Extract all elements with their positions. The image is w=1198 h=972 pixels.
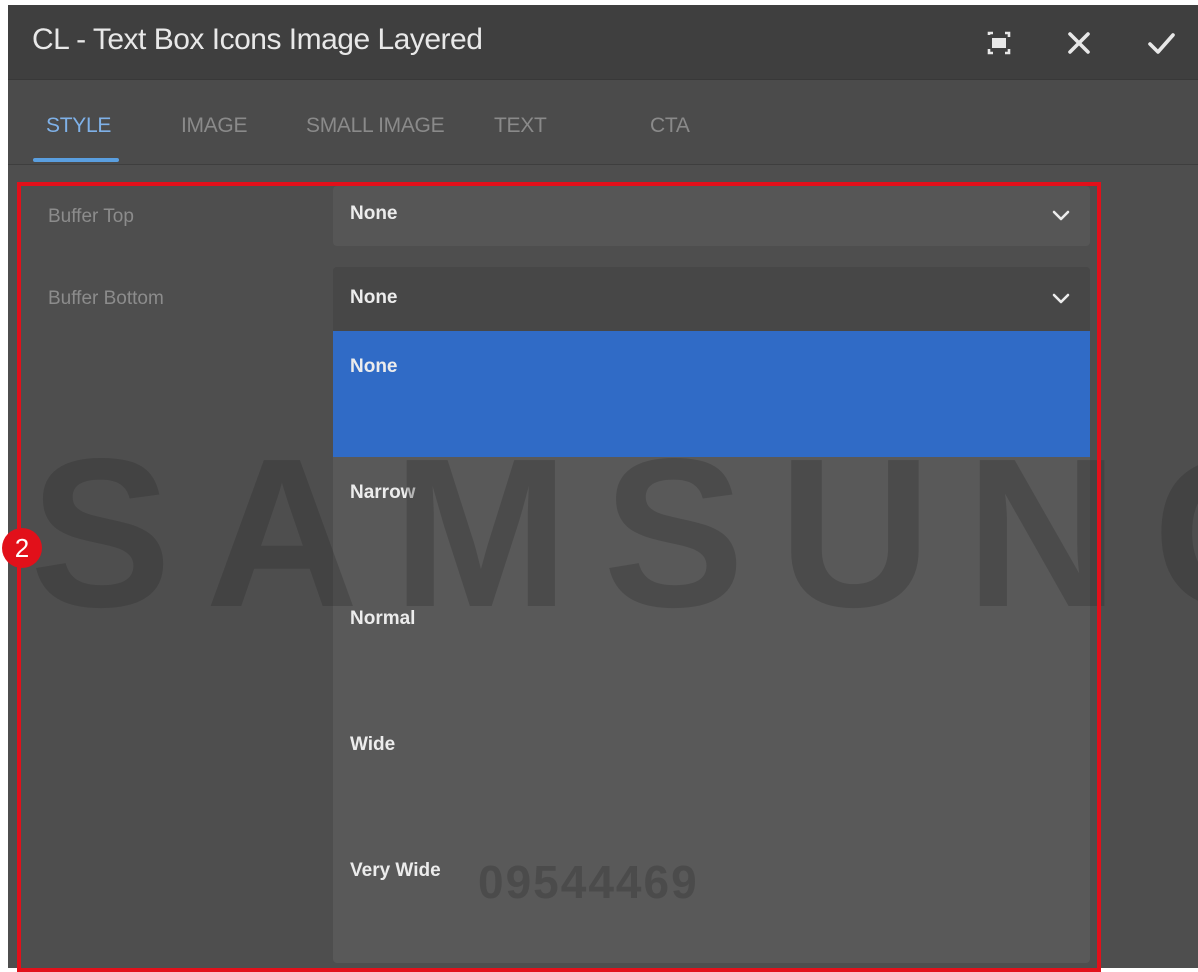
buffer-bottom-label: Buffer Bottom: [48, 288, 164, 309]
buffer-top-label: Buffer Top: [48, 206, 134, 227]
close-icon[interactable]: [1061, 25, 1097, 61]
option-very-wide[interactable]: Very Wide: [333, 835, 1090, 961]
option-normal[interactable]: Normal: [333, 583, 1090, 709]
chevron-down-icon: [1052, 293, 1070, 304]
option-wide[interactable]: Wide: [333, 709, 1090, 835]
option-label: Very Wide: [350, 860, 441, 881]
buffer-top-value: None: [350, 203, 398, 224]
fullscreen-icon[interactable]: [981, 25, 1017, 61]
buffer-bottom-select[interactable]: None: [333, 267, 1090, 331]
tab-cta[interactable]: CTA: [650, 114, 690, 138]
tab-text[interactable]: TEXT: [494, 114, 547, 138]
dialog-title: CL - Text Box Icons Image Layered: [32, 23, 483, 56]
option-none[interactable]: None: [333, 331, 1090, 457]
buffer-top-select[interactable]: None: [333, 186, 1090, 246]
check-icon[interactable]: [1143, 25, 1179, 61]
buffer-bottom-value: None: [350, 287, 398, 308]
chevron-down-icon: [1052, 210, 1070, 221]
option-label: None: [350, 356, 398, 377]
option-label: Narrow: [350, 482, 416, 503]
tab-bar: STYLE IMAGE SMALL IMAGE TEXT CTA: [8, 80, 1198, 165]
active-tab-indicator: [33, 158, 119, 162]
option-narrow[interactable]: Narrow: [333, 457, 1090, 583]
page-edge: [0, 0, 8, 968]
edit-dialog: CL - Text Box Icons Image Layered STYLE …: [8, 5, 1198, 968]
buffer-bottom-dropdown-menu: None Narrow Normal Wide Very Wide: [333, 331, 1090, 963]
tab-image[interactable]: IMAGE: [181, 114, 247, 138]
option-label: Wide: [350, 734, 396, 755]
dialog-titlebar: CL - Text Box Icons Image Layered: [8, 5, 1198, 80]
tab-style[interactable]: STYLE: [46, 114, 111, 138]
step-number-badge: 2: [2, 528, 42, 568]
option-label: Normal: [350, 608, 416, 629]
tab-small-image[interactable]: SMALL IMAGE: [306, 114, 445, 138]
